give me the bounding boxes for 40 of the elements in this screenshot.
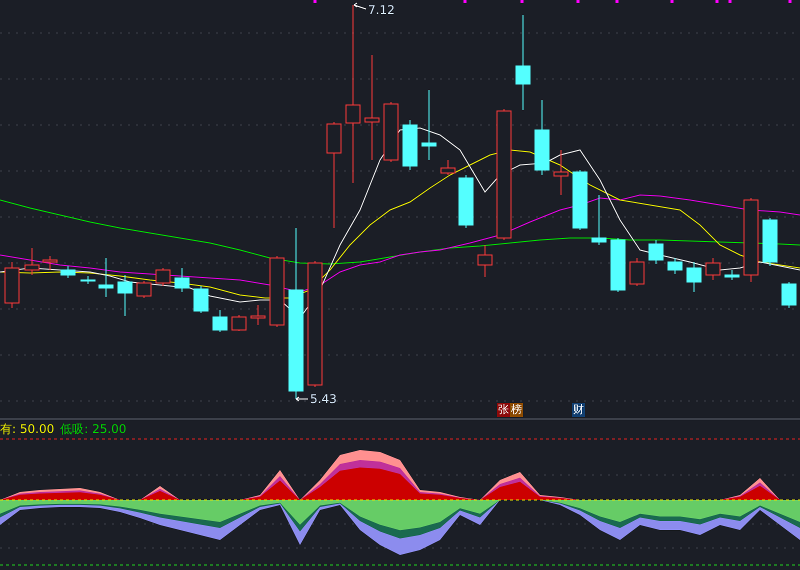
candlestick — [98, 258, 114, 298]
candlestick — [554, 150, 568, 196]
price-label: 7.12 — [354, 2, 395, 17]
candlestick — [478, 244, 492, 278]
candlestick — [174, 268, 190, 292]
candlestick — [592, 194, 606, 246]
candlestick — [118, 274, 132, 316]
candlestick — [610, 238, 626, 292]
candlestick — [724, 270, 740, 280]
candlestick — [24, 248, 40, 276]
candlestick — [572, 170, 588, 230]
event-badge: 榜 — [510, 403, 523, 417]
candlestick — [80, 276, 96, 284]
candlestick — [232, 314, 246, 332]
candlestick — [422, 90, 436, 160]
candlestick — [4, 262, 20, 308]
candlestick — [194, 286, 208, 314]
candlestick — [212, 310, 228, 332]
price-label: 5.43 — [296, 392, 337, 406]
event-badge: 张 — [497, 403, 510, 417]
candlestick — [60, 266, 76, 278]
candlestick — [630, 258, 644, 286]
candlestick — [250, 304, 266, 326]
candlestick — [270, 256, 284, 328]
candlestick — [706, 258, 720, 280]
candlestick — [402, 120, 418, 170]
candlestick — [762, 218, 778, 266]
event-badge: 财 — [572, 403, 585, 417]
candlestick — [156, 268, 170, 286]
legend-label: 有: 50.00 — [0, 420, 54, 438]
candlestick — [42, 256, 58, 270]
candlestick — [440, 160, 456, 176]
candlestick — [384, 102, 398, 162]
candlestick — [136, 280, 152, 298]
candlestick — [458, 174, 474, 228]
legend-label: 低吸: 25.00 — [60, 420, 126, 438]
candlestick — [782, 282, 796, 308]
candlestick — [648, 240, 664, 264]
candlestick — [686, 262, 702, 292]
candlestick — [668, 258, 682, 274]
